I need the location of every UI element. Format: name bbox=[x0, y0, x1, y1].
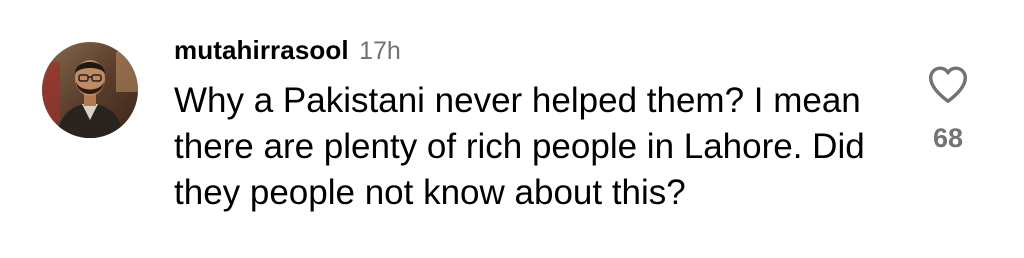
avatar-photo bbox=[42, 42, 138, 138]
heart-outline-icon[interactable] bbox=[926, 64, 970, 104]
avatar[interactable] bbox=[42, 42, 138, 138]
comment-text: Why a Pakistani never helped them? I mea… bbox=[174, 81, 865, 212]
like-area: 68 bbox=[918, 64, 978, 154]
comment-item: mutahirrasool 17h Why a Pakistani never … bbox=[0, 0, 1024, 258]
comment-body: mutahirrasool 17h Why a Pakistani never … bbox=[174, 30, 894, 216]
timestamp[interactable]: 17h bbox=[359, 37, 401, 65]
like-count[interactable]: 68 bbox=[918, 123, 978, 154]
comment-meta: mutahirrasool 17h bbox=[174, 30, 894, 70]
username-link[interactable]: mutahirrasool bbox=[174, 35, 349, 65]
